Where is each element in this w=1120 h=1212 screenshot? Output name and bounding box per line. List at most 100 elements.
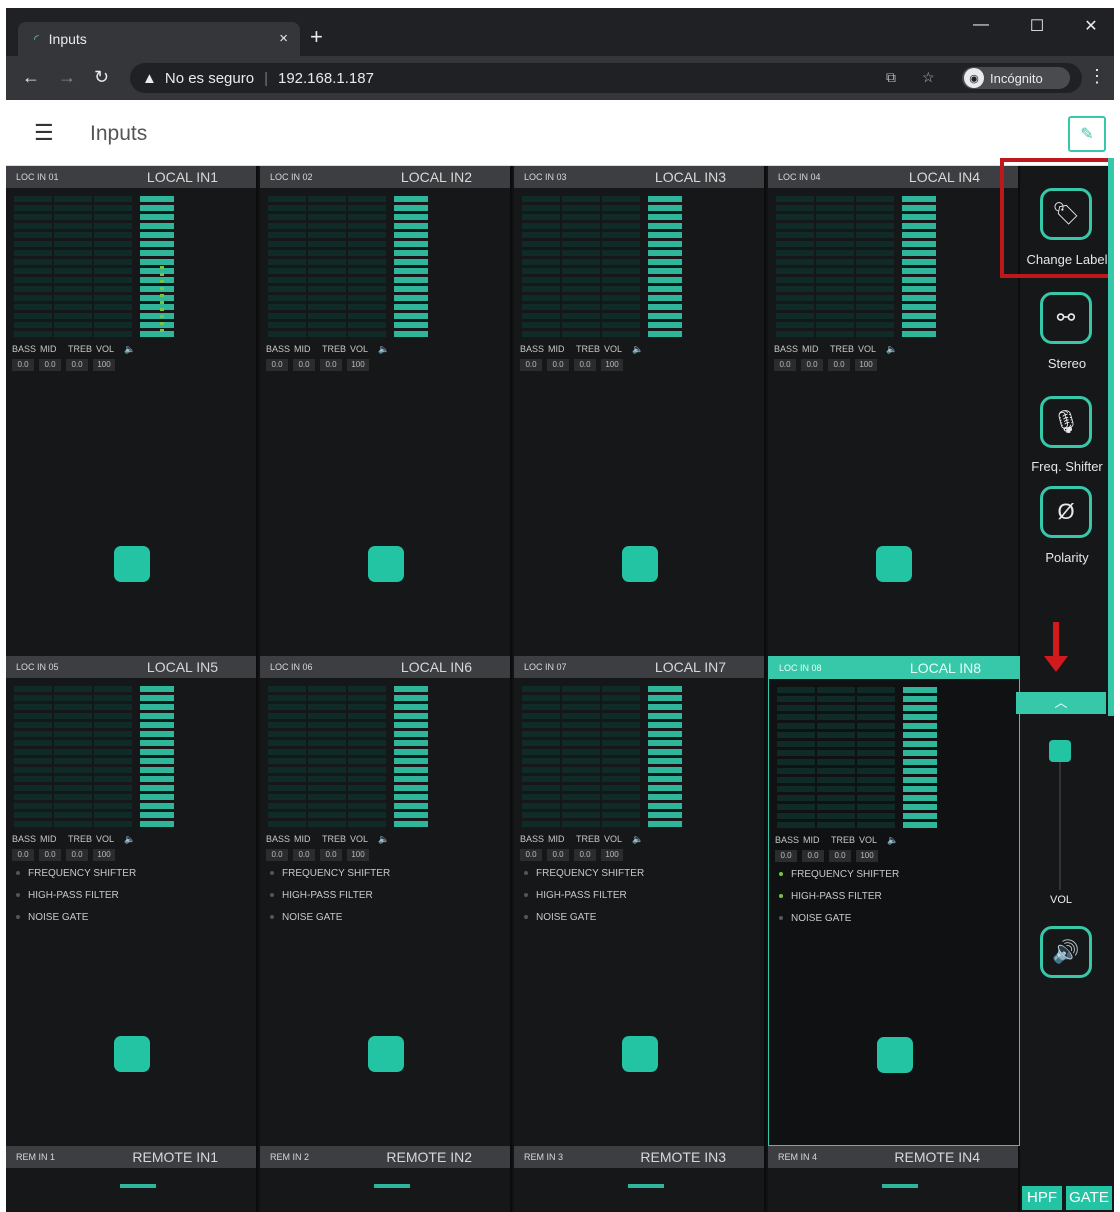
channel-fader-handle[interactable]	[114, 1036, 150, 1072]
eq-value[interactable]: 0.0	[12, 359, 34, 371]
eq-value[interactable]: 0.0	[293, 359, 315, 371]
channel-strip[interactable]: REM IN 3 REMOTE IN3	[514, 1146, 766, 1212]
eq-value[interactable]: 0.0	[266, 849, 288, 861]
eq-value[interactable]: 0.0	[802, 850, 824, 862]
channel-header[interactable]: LOC IN 05 LOCAL IN5	[6, 656, 256, 678]
channel-header[interactable]: LOC IN 02 LOCAL IN2	[260, 166, 510, 188]
channel-fader-handle[interactable]	[114, 546, 150, 582]
channel-fader-handle[interactable]	[622, 546, 658, 582]
filter-item[interactable]: FREQUENCY SHIFTER	[16, 868, 136, 879]
filter-item[interactable]: HIGH-PASS FILTER	[16, 890, 136, 901]
eq-value[interactable]: 0.0	[574, 849, 596, 861]
channel-fader-handle[interactable]	[368, 546, 404, 582]
channel-header[interactable]: LOC IN 04 LOCAL IN4	[768, 166, 1018, 188]
eq-value[interactable]: 0.0	[775, 850, 797, 862]
eq-value[interactable]: 0.0	[520, 849, 542, 861]
channel-strip[interactable]: LOC IN 05 LOCAL IN5 BASS MID TREB VOL 🔈 0.0 0.0…	[6, 656, 258, 1146]
minimize-button[interactable]: —	[966, 16, 996, 34]
eq-value[interactable]: 100	[93, 359, 115, 371]
eq-value[interactable]: 0.0	[12, 849, 34, 861]
channel-header[interactable]: LOC IN 07 LOCAL IN7	[514, 656, 764, 678]
filter-item[interactable]: NOISE GATE	[270, 912, 390, 923]
channel-header[interactable]: LOC IN 06 LOCAL IN6	[260, 656, 510, 678]
channel-fader-handle[interactable]	[622, 1036, 658, 1072]
eq-value[interactable]: 0.0	[829, 850, 851, 862]
hpf-button[interactable]: HPF	[1022, 1186, 1062, 1210]
filter-item[interactable]: NOISE GATE	[16, 912, 136, 923]
reload-icon[interactable]: ↻	[94, 67, 109, 88]
channel-strip[interactable]: LOC IN 08 LOCAL IN8 BASS MID TREB VOL 🔈 0.0 0.0…	[768, 656, 1020, 1146]
channel-strip[interactable]: LOC IN 02 LOCAL IN2 BASS MID TREB VOL 🔈 0.0 0.0…	[260, 166, 512, 656]
eq-value[interactable]: 0.0	[547, 359, 569, 371]
forward-icon[interactable]: →	[58, 67, 76, 88]
channel-header[interactable]: REM IN 4 REMOTE IN4	[768, 1146, 1018, 1168]
address-bar[interactable]: ▲ No es seguro | 192.168.1.187 ⧉ ☆ ◉ Inc…	[130, 63, 1082, 93]
channel-strip[interactable]: REM IN 2 REMOTE IN2	[260, 1146, 512, 1212]
filter-item[interactable]: NOISE GATE	[524, 912, 644, 923]
eq-value[interactable]: 100	[347, 359, 369, 371]
eq-value[interactable]: 0.0	[39, 849, 61, 861]
gate-button[interactable]: GATE	[1066, 1186, 1112, 1210]
channel-strip[interactable]: REM IN 1 REMOTE IN1	[6, 1146, 258, 1212]
new-tab-button[interactable]: +	[310, 26, 323, 48]
channel-header[interactable]: LOC IN 08 LOCAL IN8	[769, 657, 1019, 679]
filter-item[interactable]: HIGH-PASS FILTER	[270, 890, 390, 901]
translate-icon[interactable]: ⧉	[886, 69, 896, 86]
channel-fader-handle[interactable]	[877, 1037, 913, 1073]
filter-item[interactable]: HIGH-PASS FILTER	[524, 890, 644, 901]
scrollbar[interactable]	[1108, 158, 1114, 716]
eq-value[interactable]: 100	[347, 849, 369, 861]
filter-item[interactable]: NOISE GATE	[779, 913, 899, 924]
filter-item[interactable]: FREQUENCY SHIFTER	[524, 868, 644, 879]
eq-value[interactable]: 0.0	[828, 359, 850, 371]
eq-value[interactable]: 0.0	[520, 359, 542, 371]
browser-menu-icon[interactable]: ⋮	[1088, 66, 1106, 87]
incognito-profile[interactable]: ◉ Incógnito	[962, 67, 1070, 89]
channel-header[interactable]: REM IN 2 REMOTE IN2	[260, 1146, 510, 1168]
channel-strip[interactable]: REM IN 4 REMOTE IN4	[768, 1146, 1020, 1212]
volume-slider-track[interactable]	[1059, 740, 1061, 890]
filter-item[interactable]: FREQUENCY SHIFTER	[779, 869, 899, 880]
eq-value[interactable]: 0.0	[574, 359, 596, 371]
tab-close-icon[interactable]: ×	[279, 30, 288, 47]
channel-fader-handle[interactable]	[368, 1036, 404, 1072]
collapse-up-button[interactable]: ︿	[1016, 692, 1106, 714]
close-window-button[interactable]: ✕	[1076, 16, 1106, 36]
eq-value[interactable]: 0.0	[320, 849, 342, 861]
channel-fader-handle[interactable]	[876, 546, 912, 582]
channel-strip[interactable]: LOC IN 01 LOCAL IN1 BASS MID TREB VOL 🔈 0.0 0.0…	[6, 166, 258, 656]
eq-value[interactable]: 0.0	[39, 359, 61, 371]
eq-value[interactable]: 100	[856, 850, 878, 862]
channel-strip[interactable]: LOC IN 04 LOCAL IN4 BASS MID TREB VOL 🔈 0.0 0.0…	[768, 166, 1020, 656]
eq-value[interactable]: 0.0	[266, 359, 288, 371]
freq-shifter-icon[interactable]: 🎙	[1040, 396, 1092, 448]
eq-value[interactable]: 100	[855, 359, 877, 371]
eq-value[interactable]: 0.0	[293, 849, 315, 861]
channel-strip[interactable]: LOC IN 03 LOCAL IN3 BASS MID TREB VOL 🔈 0.0 0.0…	[514, 166, 766, 656]
eq-value[interactable]: 100	[601, 359, 623, 371]
eq-value[interactable]: 0.0	[66, 359, 88, 371]
channel-strip[interactable]: LOC IN 06 LOCAL IN6 BASS MID TREB VOL 🔈 0.0 0.0…	[260, 656, 512, 1146]
stereo-link-icon[interactable]: ⚯	[1040, 292, 1092, 344]
eq-value[interactable]: 0.0	[801, 359, 823, 371]
speaker-icon[interactable]: 🔊	[1040, 926, 1092, 978]
polarity-icon[interactable]: Ø	[1040, 486, 1092, 538]
filter-item[interactable]: HIGH-PASS FILTER	[779, 891, 899, 902]
save-icon[interactable]: ✎	[1068, 116, 1106, 152]
channel-header[interactable]: LOC IN 03 LOCAL IN3	[514, 166, 764, 188]
filter-item[interactable]: FREQUENCY SHIFTER	[270, 868, 390, 879]
eq-value[interactable]: 0.0	[774, 359, 796, 371]
eq-value[interactable]: 100	[93, 849, 115, 861]
hamburger-menu-icon[interactable]: ☰	[34, 120, 54, 146]
channel-strip[interactable]: LOC IN 07 LOCAL IN7 BASS MID TREB VOL 🔈 0.0 0.0…	[514, 656, 766, 1146]
channel-header[interactable]: REM IN 3 REMOTE IN3	[514, 1146, 764, 1168]
eq-value[interactable]: 100	[601, 849, 623, 861]
tab-inputs[interactable]: ◜ Inputs ×	[18, 22, 300, 56]
channel-header[interactable]: LOC IN 01 LOCAL IN1	[6, 166, 256, 188]
maximize-button[interactable]: ☐	[1022, 16, 1052, 36]
eq-value[interactable]: 0.0	[66, 849, 88, 861]
bookmark-star-icon[interactable]: ☆	[922, 69, 935, 86]
channel-header[interactable]: REM IN 1 REMOTE IN1	[6, 1146, 256, 1168]
eq-value[interactable]: 0.0	[320, 359, 342, 371]
eq-value[interactable]: 0.0	[547, 849, 569, 861]
